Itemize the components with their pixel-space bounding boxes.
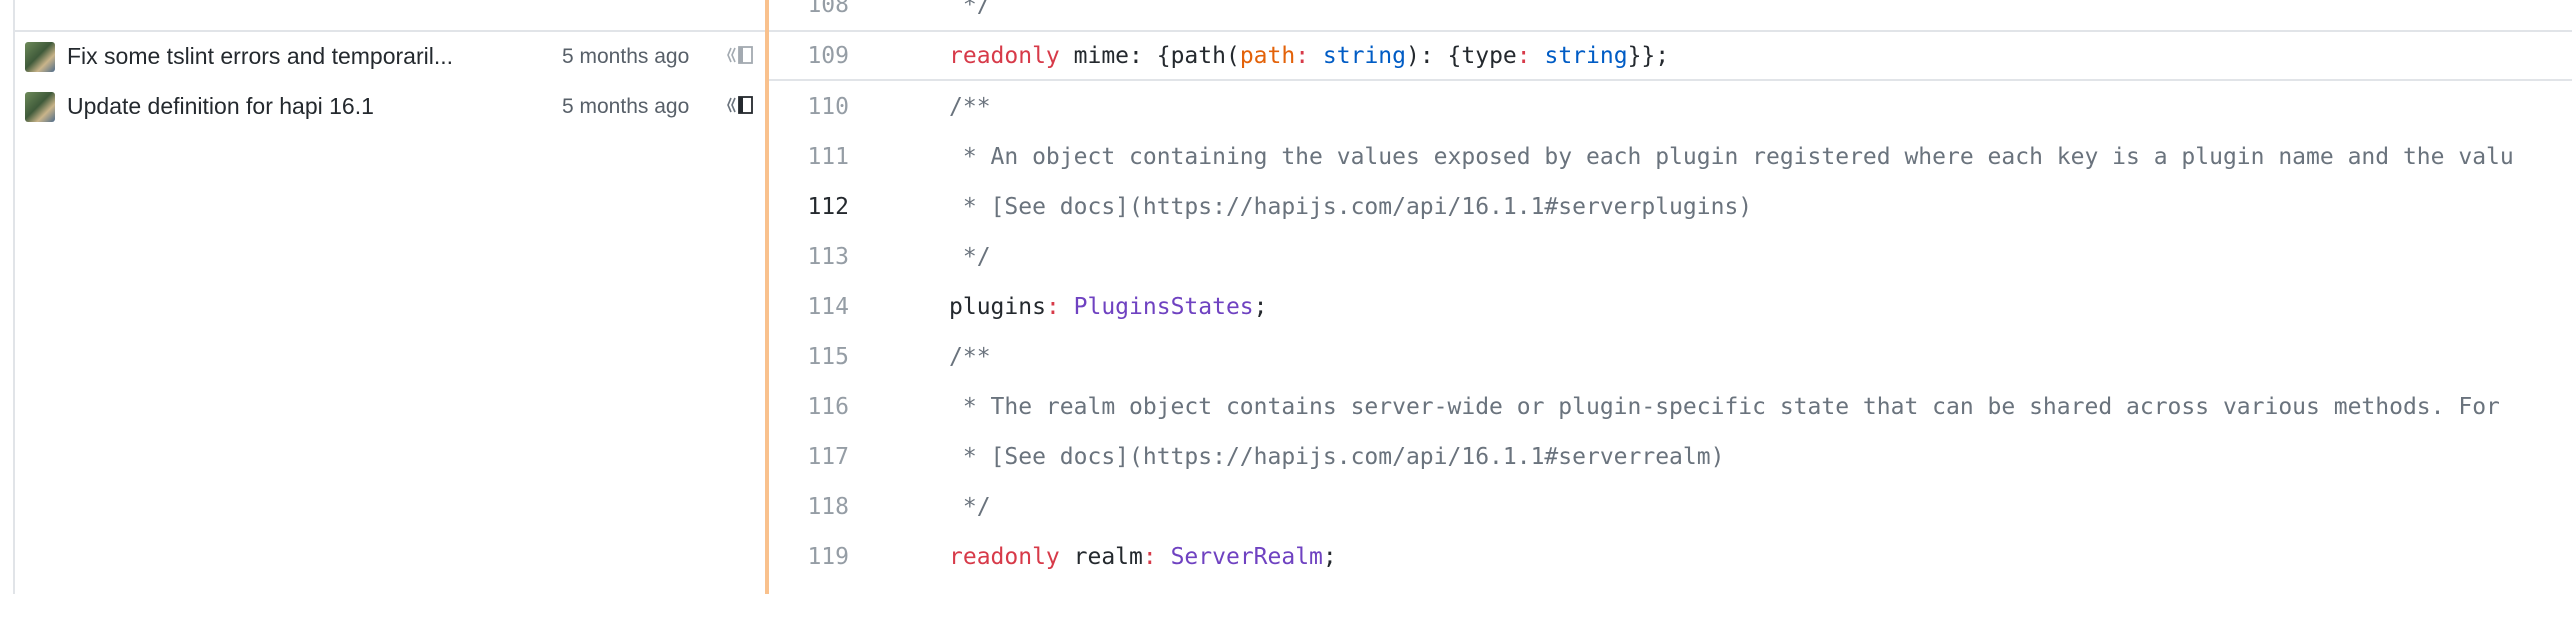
code-text: * [See docs](https://hapijs.com/api/16.1… (949, 444, 1725, 470)
code-line: 111 * An object containing the values ex… (769, 132, 2572, 182)
commit-age: 5 months ago (562, 95, 690, 118)
code-line: 118 */ (769, 482, 2572, 532)
code-line: 116 * The realm object contains server-w… (769, 382, 2572, 432)
code-text: */ (949, 244, 991, 270)
line-number[interactable]: 115 (769, 344, 849, 370)
line-number[interactable]: 114 (769, 294, 849, 320)
line-number[interactable]: 110 (769, 94, 849, 120)
code-line: 117 * [See docs](https://hapijs.com/api/… (769, 432, 2572, 482)
code-text: * [See docs](https://hapijs.com/api/16.1… (949, 194, 1753, 220)
blame-commit-row[interactable]: Update definition for hapi 16.1 5 months… (15, 81, 766, 131)
author-avatar[interactable] (25, 92, 55, 122)
line-number[interactable]: 109 (769, 43, 849, 69)
blame-panel: Fix some tslint errors and temporaril...… (15, 0, 766, 594)
code-line: 119 readonly realm: ServerRealm; (769, 532, 2572, 582)
author-avatar[interactable] (25, 42, 55, 72)
line-number[interactable]: 108 (769, 0, 849, 18)
code-line: 115 /** (769, 332, 2572, 382)
code-text: * The realm object contains server-wide … (949, 394, 2500, 420)
code-text: /** (949, 344, 991, 370)
line-number[interactable]: 111 (769, 144, 849, 170)
code-line: 114 plugins: PluginsStates; (769, 282, 2572, 332)
commit-message-link[interactable]: Update definition for hapi 16.1 (67, 93, 537, 120)
blame-commit-row[interactable]: Fix some tslint errors and temporaril...… (15, 31, 766, 81)
code-text: plugins: PluginsStates; (949, 294, 1268, 320)
code-view: 108 */ 109 readonly mime: {path(path: st… (769, 0, 2572, 594)
line-number[interactable]: 116 (769, 394, 849, 420)
code-line: 109 readonly mime: {path(path: string): … (769, 31, 2572, 81)
commit-age: 5 months ago (562, 45, 690, 68)
code-text: */ (949, 0, 991, 18)
line-number[interactable]: 118 (769, 494, 849, 520)
line-number[interactable]: 112 (769, 194, 849, 220)
code-line: 113 */ (769, 232, 2572, 282)
code-text: readonly mime: {path(path: string): {typ… (949, 43, 1670, 69)
code-text: * An object containing the values expose… (949, 144, 2514, 170)
line-number[interactable]: 113 (769, 244, 849, 270)
code-text: readonly realm: ServerRealm; (949, 544, 1337, 570)
line-number[interactable]: 117 (769, 444, 849, 470)
code-line: 108 */ (769, 0, 2572, 30)
reblame-icon[interactable] (725, 93, 755, 117)
reblame-icon[interactable] (725, 43, 755, 67)
commit-message-link[interactable]: Fix some tslint errors and temporaril... (67, 43, 537, 70)
code-line: 112 * [See docs](https://hapijs.com/api/… (769, 182, 2572, 232)
line-number[interactable]: 119 (769, 544, 849, 570)
code-line: 110 /** (769, 82, 2572, 132)
code-text: */ (949, 494, 991, 520)
code-text: /** (949, 94, 991, 120)
